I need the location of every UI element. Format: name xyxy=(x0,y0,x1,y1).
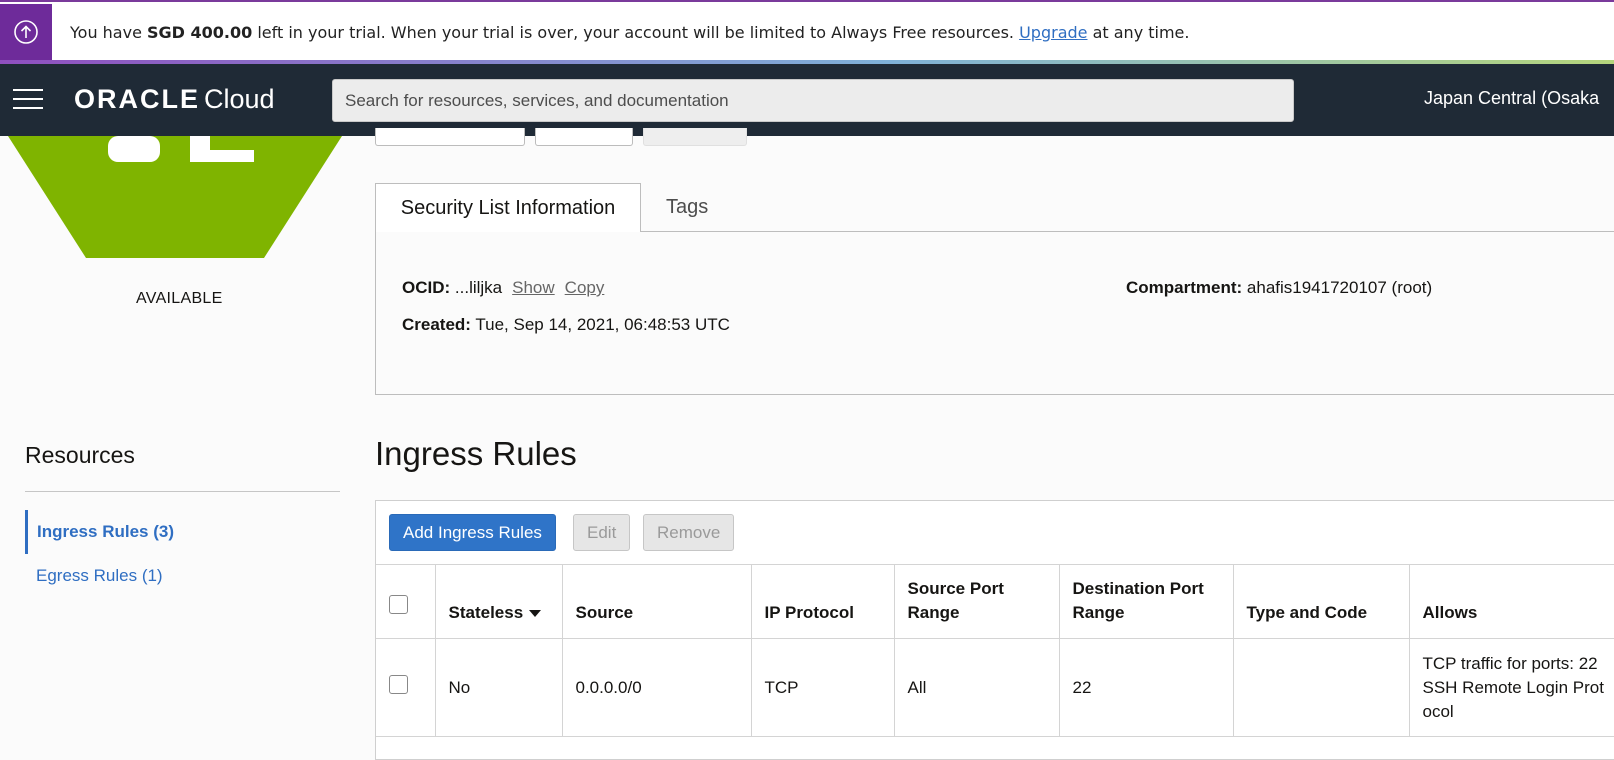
cell-type-and-code xyxy=(1232,638,1410,737)
trial-amount: SGD 400.00 xyxy=(147,23,253,42)
row-checkbox[interactable] xyxy=(389,674,408,694)
ingress-rules-table: Stateless Source IP Protocol Source Port… xyxy=(376,564,1614,737)
add-ingress-rules-button[interactable]: Add Ingress Rules xyxy=(389,514,556,551)
action-button-partial[interactable] xyxy=(375,128,525,146)
cell-ip-protocol: TCP xyxy=(750,638,895,737)
lifecycle-status: AVAILABLE xyxy=(136,290,223,307)
oracle-cloud-logo[interactable]: ORACLE Cloud xyxy=(74,84,275,115)
top-nav: ORACLECloud Japan Central (Osaka xyxy=(0,64,1614,136)
tab-security-list-information[interactable]: Security List Information xyxy=(375,183,641,232)
sidebar-item-egress-rules[interactable]: Egress Rules (1) xyxy=(25,554,163,598)
security-list-hexagon-icon xyxy=(8,136,342,258)
sidebar-item-ingress-rules[interactable]: Ingress Rules (3) xyxy=(25,510,174,554)
column-ip-protocol: IP Protocol xyxy=(750,564,895,639)
ingress-rules-heading: Ingress Rules xyxy=(375,435,577,472)
security-list-info-panel: OCID: ...liljka Show Copy Created: Tue, Se… xyxy=(375,231,1614,395)
select-all-header xyxy=(376,564,436,639)
edit-button[interactable]: Edit xyxy=(573,514,631,551)
column-stateless[interactable]: Stateless xyxy=(434,564,563,639)
trial-message: You have SGD 400.00 left in your trial. … xyxy=(70,23,1190,42)
row-select-cell xyxy=(376,638,436,737)
trial-banner: You have SGD 400.00 left in your trial. … xyxy=(0,0,1614,64)
column-destination-port-range: Destination Port Range xyxy=(1058,564,1234,639)
compartment-value: ahafis1941720107 (root) xyxy=(1246,278,1433,297)
arrow-up-circle-icon xyxy=(0,4,52,60)
ocid-copy-link[interactable]: Copy xyxy=(565,278,605,297)
remove-button[interactable]: Remove xyxy=(643,514,735,551)
compartment-row: Compartment: ahafis1941720107 (root) xyxy=(1126,278,1433,297)
ocid-show-link[interactable]: Show xyxy=(512,278,555,297)
resources-heading: Resources xyxy=(25,442,135,468)
cell-stateless: No xyxy=(434,638,563,737)
created-row: Created: Tue, Sep 14, 2021, 06:48:53 UTC xyxy=(402,315,730,334)
region-selector[interactable]: Japan Central (Osaka xyxy=(1424,88,1599,109)
sort-caret-icon[interactable] xyxy=(529,610,542,618)
upgrade-link[interactable]: Upgrade xyxy=(1019,23,1087,42)
ingress-rules-table-container: Add Ingress Rules Edit Remove Stateless … xyxy=(375,500,1614,760)
cell-source-port-range: All xyxy=(893,638,1060,737)
cell-destination-port-range: 22 xyxy=(1058,638,1234,737)
resources-divider xyxy=(25,491,340,492)
cell-allows: TCP traffic for ports: 22 SSH Remote Log… xyxy=(1408,638,1614,737)
select-all-checkbox[interactable] xyxy=(389,595,408,614)
ocid-row: OCID: ...liljka Show Copy xyxy=(402,278,605,297)
column-source-port-range: Source Port Range xyxy=(893,564,1060,639)
hamburger-menu-icon[interactable] xyxy=(13,89,43,109)
column-type-and-code: Type and Code xyxy=(1232,564,1410,639)
column-allows: Allows xyxy=(1408,564,1614,639)
search-input[interactable] xyxy=(332,79,1294,122)
column-source: Source xyxy=(561,564,752,639)
tab-tags[interactable]: Tags xyxy=(666,183,708,232)
table-header-row: Stateless Source IP Protocol Source Port… xyxy=(376,564,1614,639)
created-value: Tue, Sep 14, 2021, 06:48:53 UTC xyxy=(475,315,730,334)
action-button-partial[interactable] xyxy=(643,128,747,146)
table-row: No 0.0.0.0/0 TCP All 22 TCP traffic for … xyxy=(376,638,1614,737)
cell-source: 0.0.0.0/0 xyxy=(561,638,752,737)
ocid-value: ...liljka xyxy=(454,278,503,297)
action-button-partial[interactable] xyxy=(535,128,633,146)
